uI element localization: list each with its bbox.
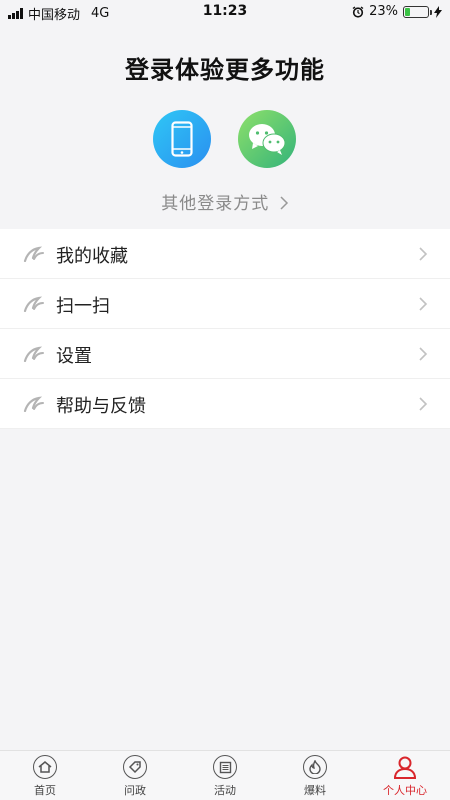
tab-activity[interactable]: 活动 <box>180 751 270 800</box>
tab-profile[interactable]: 个人中心 <box>360 751 450 800</box>
fire-icon <box>303 755 327 779</box>
menu-item-help-feedback[interactable]: 帮助与反馈 <box>0 379 450 429</box>
menu-item-scan[interactable]: 扫一扫 <box>0 279 450 329</box>
tab-label: 个人中心 <box>383 784 427 797</box>
menu-item-settings[interactable]: 设置 <box>0 329 450 379</box>
battery-percent: 23% <box>369 4 398 19</box>
phone-icon <box>171 121 193 157</box>
home-icon <box>33 755 57 779</box>
chevron-right-icon <box>419 397 428 411</box>
menu-item-label: 设置 <box>56 346 92 367</box>
menu-item-label: 我的收藏 <box>56 246 128 267</box>
wechat-icon <box>249 124 286 155</box>
tab-label: 问政 <box>124 784 146 797</box>
battery-icon <box>403 5 432 18</box>
alarm-icon <box>352 5 364 18</box>
ribbon-icon <box>23 296 44 312</box>
login-title: 登录体验更多功能 <box>125 56 325 84</box>
menu-item-label: 扫一扫 <box>56 296 110 317</box>
charging-icon <box>434 5 442 18</box>
other-login-methods[interactable]: 其他登录方式 <box>0 189 450 214</box>
ribbon-icon <box>23 346 44 362</box>
newspaper-icon <box>213 755 237 779</box>
status-right: 23% <box>352 4 442 19</box>
tab-label: 首页 <box>34 784 56 797</box>
tab-report[interactable]: 爆料 <box>270 751 360 800</box>
tab-label: 活动 <box>214 784 236 797</box>
tab-label: 爆料 <box>304 784 326 797</box>
other-login-label: 其他登录方式 <box>161 194 270 214</box>
chevron-right-icon <box>419 247 428 261</box>
status-bar: 中国移动 4G 11:23 23% <box>0 0 450 24</box>
login-area: 登录体验更多功能 其他登录方式 <box>0 24 450 229</box>
chevron-right-icon <box>419 347 428 361</box>
tab-home[interactable]: 首页 <box>0 751 90 800</box>
wechat-login-button[interactable] <box>238 110 296 168</box>
ribbon-icon <box>23 396 44 412</box>
chevron-right-icon <box>280 196 288 210</box>
person-icon <box>393 756 417 779</box>
chevron-right-icon <box>419 297 428 311</box>
menu-item-label: 帮助与反馈 <box>56 396 146 417</box>
bottom-tab-bar: 首页 问政 活动 爆料 个人中心 <box>0 750 450 800</box>
menu-item-favorites[interactable]: 我的收藏 <box>0 229 450 279</box>
menu-list: 我的收藏 扫一扫 设置 帮助与反馈 <box>0 229 450 429</box>
ribbon-icon <box>23 246 44 262</box>
tab-inquiry[interactable]: 问政 <box>90 751 180 800</box>
phone-login-button[interactable] <box>153 110 211 168</box>
tag-icon <box>123 755 147 779</box>
